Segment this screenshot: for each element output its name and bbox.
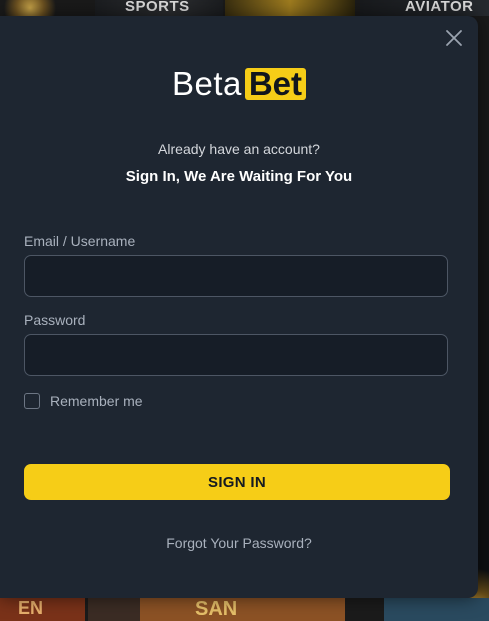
- close-icon: [446, 30, 462, 46]
- bg-bottom-tile-left-label: EN: [18, 598, 44, 618]
- bg-tile-aviator-label: AVIATOR: [405, 0, 474, 15]
- logo-text-beta: Beta: [171, 65, 242, 102]
- email-label: Email / Username: [24, 233, 136, 249]
- bg-tile-soccer[interactable]: [225, 0, 355, 16]
- remember-me-checkbox[interactable]: [24, 393, 40, 409]
- signin-subtitle: Already have an account?: [158, 141, 320, 157]
- bg-bottom-tile-center-label: SAN: [195, 598, 238, 620]
- remember-me-label: Remember me: [50, 393, 143, 409]
- signin-headline: Sign In, We Are Waiting For You: [125, 168, 353, 185]
- email-username-input[interactable]: [24, 255, 448, 297]
- signin-modal: Beta Bet Already have an account? Sign In…: [0, 16, 478, 598]
- sign-in-button[interactable]: SIGN IN: [24, 464, 450, 500]
- brand-logo: Beta Bet: [0, 65, 478, 102]
- password-input[interactable]: [24, 334, 448, 376]
- close-button[interactable]: [444, 28, 464, 48]
- remember-me-toggle[interactable]: Remember me: [24, 393, 143, 409]
- forgot-password-link[interactable]: Forgot Your Password?: [0, 535, 478, 551]
- logo-text-bet: Bet: [244, 67, 307, 100]
- password-label: Password: [24, 312, 86, 328]
- bg-tile-sports-label: SPORTS: [125, 0, 190, 15]
- bg-bottom-game-tiles[interactable]: [0, 598, 489, 621]
